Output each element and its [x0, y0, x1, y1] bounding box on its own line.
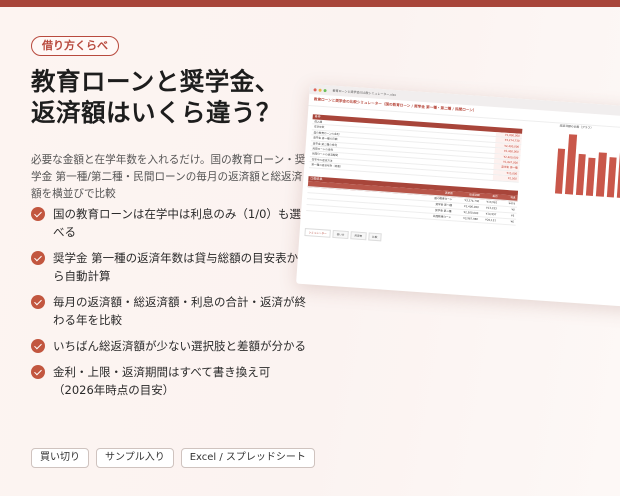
- input-table: 条件 借入額 ¥1,800,000 在学年数 ¥3,274,730 国の教育ローンの金利…: [309, 114, 523, 183]
- input-value[interactable]: ¥2,500: [492, 175, 520, 182]
- sheet-bar-chart: 総返済額の比較（グラフ）: [554, 124, 620, 200]
- feature-text: 金利・上限・返済期間はすべて書き換え可（2026年時点の目安）: [53, 365, 271, 397]
- page-title-line-1: 教育ローンと奨学金、: [31, 67, 280, 96]
- feature-list: 国の教育ローンは在学中は利息のみ（1/0）も選べる 奨学金 第一種の返済年数は貸…: [31, 205, 306, 407]
- page-title-line-2: 返済額はいくら違う？: [31, 98, 281, 127]
- check-circle-icon: [31, 295, 45, 309]
- result-monthly: ¥20,151: [485, 218, 497, 223]
- result-table: 比較結果 選択肢 総返済額 毎月 利息 国の教育ローン ¥3,274,730 ¥13…: [306, 176, 519, 226]
- chart-bar: [606, 157, 617, 198]
- chart-bar: [585, 157, 596, 197]
- category-badge: 借り方くらべ: [31, 36, 119, 56]
- chart-bar: [596, 151, 607, 197]
- close-dot-icon: [313, 87, 317, 91]
- check-circle-icon: [31, 207, 45, 221]
- chart-bar: [565, 134, 577, 195]
- page-title: 教育ローンと奨学金、 返済額はいくら違う？: [31, 66, 321, 128]
- feature-item: 金利・上限・返済期間はすべて書き換え可（2026年時点の目安）: [31, 363, 306, 399]
- feature-item: 奨学金 第一種の返済年数は貸与総額の目安表から自動計算: [31, 249, 306, 285]
- sheet-tab-howto[interactable]: 使い方: [332, 229, 349, 240]
- feature-text: 奨学金 第一種の返済年数は貸与総額の目安表から自動計算: [53, 251, 299, 283]
- chart-bar: [575, 154, 586, 196]
- feature-item: 毎月の返済額・総返済額・利息の合計・返済が終わる年を比較: [31, 293, 306, 329]
- chart-bar: [554, 148, 566, 194]
- sheet-tab-compare[interactable]: 比較: [367, 232, 382, 242]
- spreadsheet-preview: 教育ローンと奨学金の比較シミュレーター.xlsx 教育ローンと奨学金の比較シミュ…: [296, 84, 620, 309]
- result-total: ¥3,967,980: [463, 217, 479, 222]
- sheet-tab-simulator[interactable]: シミュレーター: [304, 227, 331, 238]
- sheet-tab-bar: シミュレーター 使い方 目安表 比較: [304, 227, 382, 242]
- chart-bars: [554, 132, 620, 200]
- sheet-tab-table[interactable]: 目安表: [350, 231, 367, 241]
- tag-one-time-purchase: 買い切り: [31, 448, 89, 468]
- minimize-dot-icon: [318, 88, 322, 92]
- tag-sample-included: サンプル入り: [96, 448, 174, 468]
- feature-text: いちばん総返済額が少ない選択肢と差額が分かる: [53, 339, 306, 353]
- maximize-dot-icon: [323, 88, 327, 92]
- feature-text: 国の教育ローンは在学中は利息のみ（1/0）も選べる: [53, 207, 301, 239]
- feature-item: いちばん総返済額が少ない選択肢と差額が分かる: [31, 337, 306, 355]
- check-circle-icon: [31, 339, 45, 353]
- check-circle-icon: [31, 365, 45, 379]
- top-accent-bar: [0, 0, 620, 7]
- feature-text: 毎月の返済額・総返済額・利息の合計・返済が終わる年を比較: [53, 295, 306, 327]
- tag-list: 買い切り サンプル入り Excel / スプレッドシート: [31, 448, 315, 468]
- lead-description: 必要な金額と在学年数を入れるだけ。国の教育ローン・奨学金 第一種/第二種・民間ロ…: [31, 154, 306, 200]
- tag-excel-spreadsheet: Excel / スプレッドシート: [180, 448, 315, 468]
- feature-item: 国の教育ローンは在学中は利息のみ（1/0）も選べる: [31, 205, 306, 241]
- result-interest: ¥6: [510, 220, 514, 224]
- check-circle-icon: [31, 251, 45, 265]
